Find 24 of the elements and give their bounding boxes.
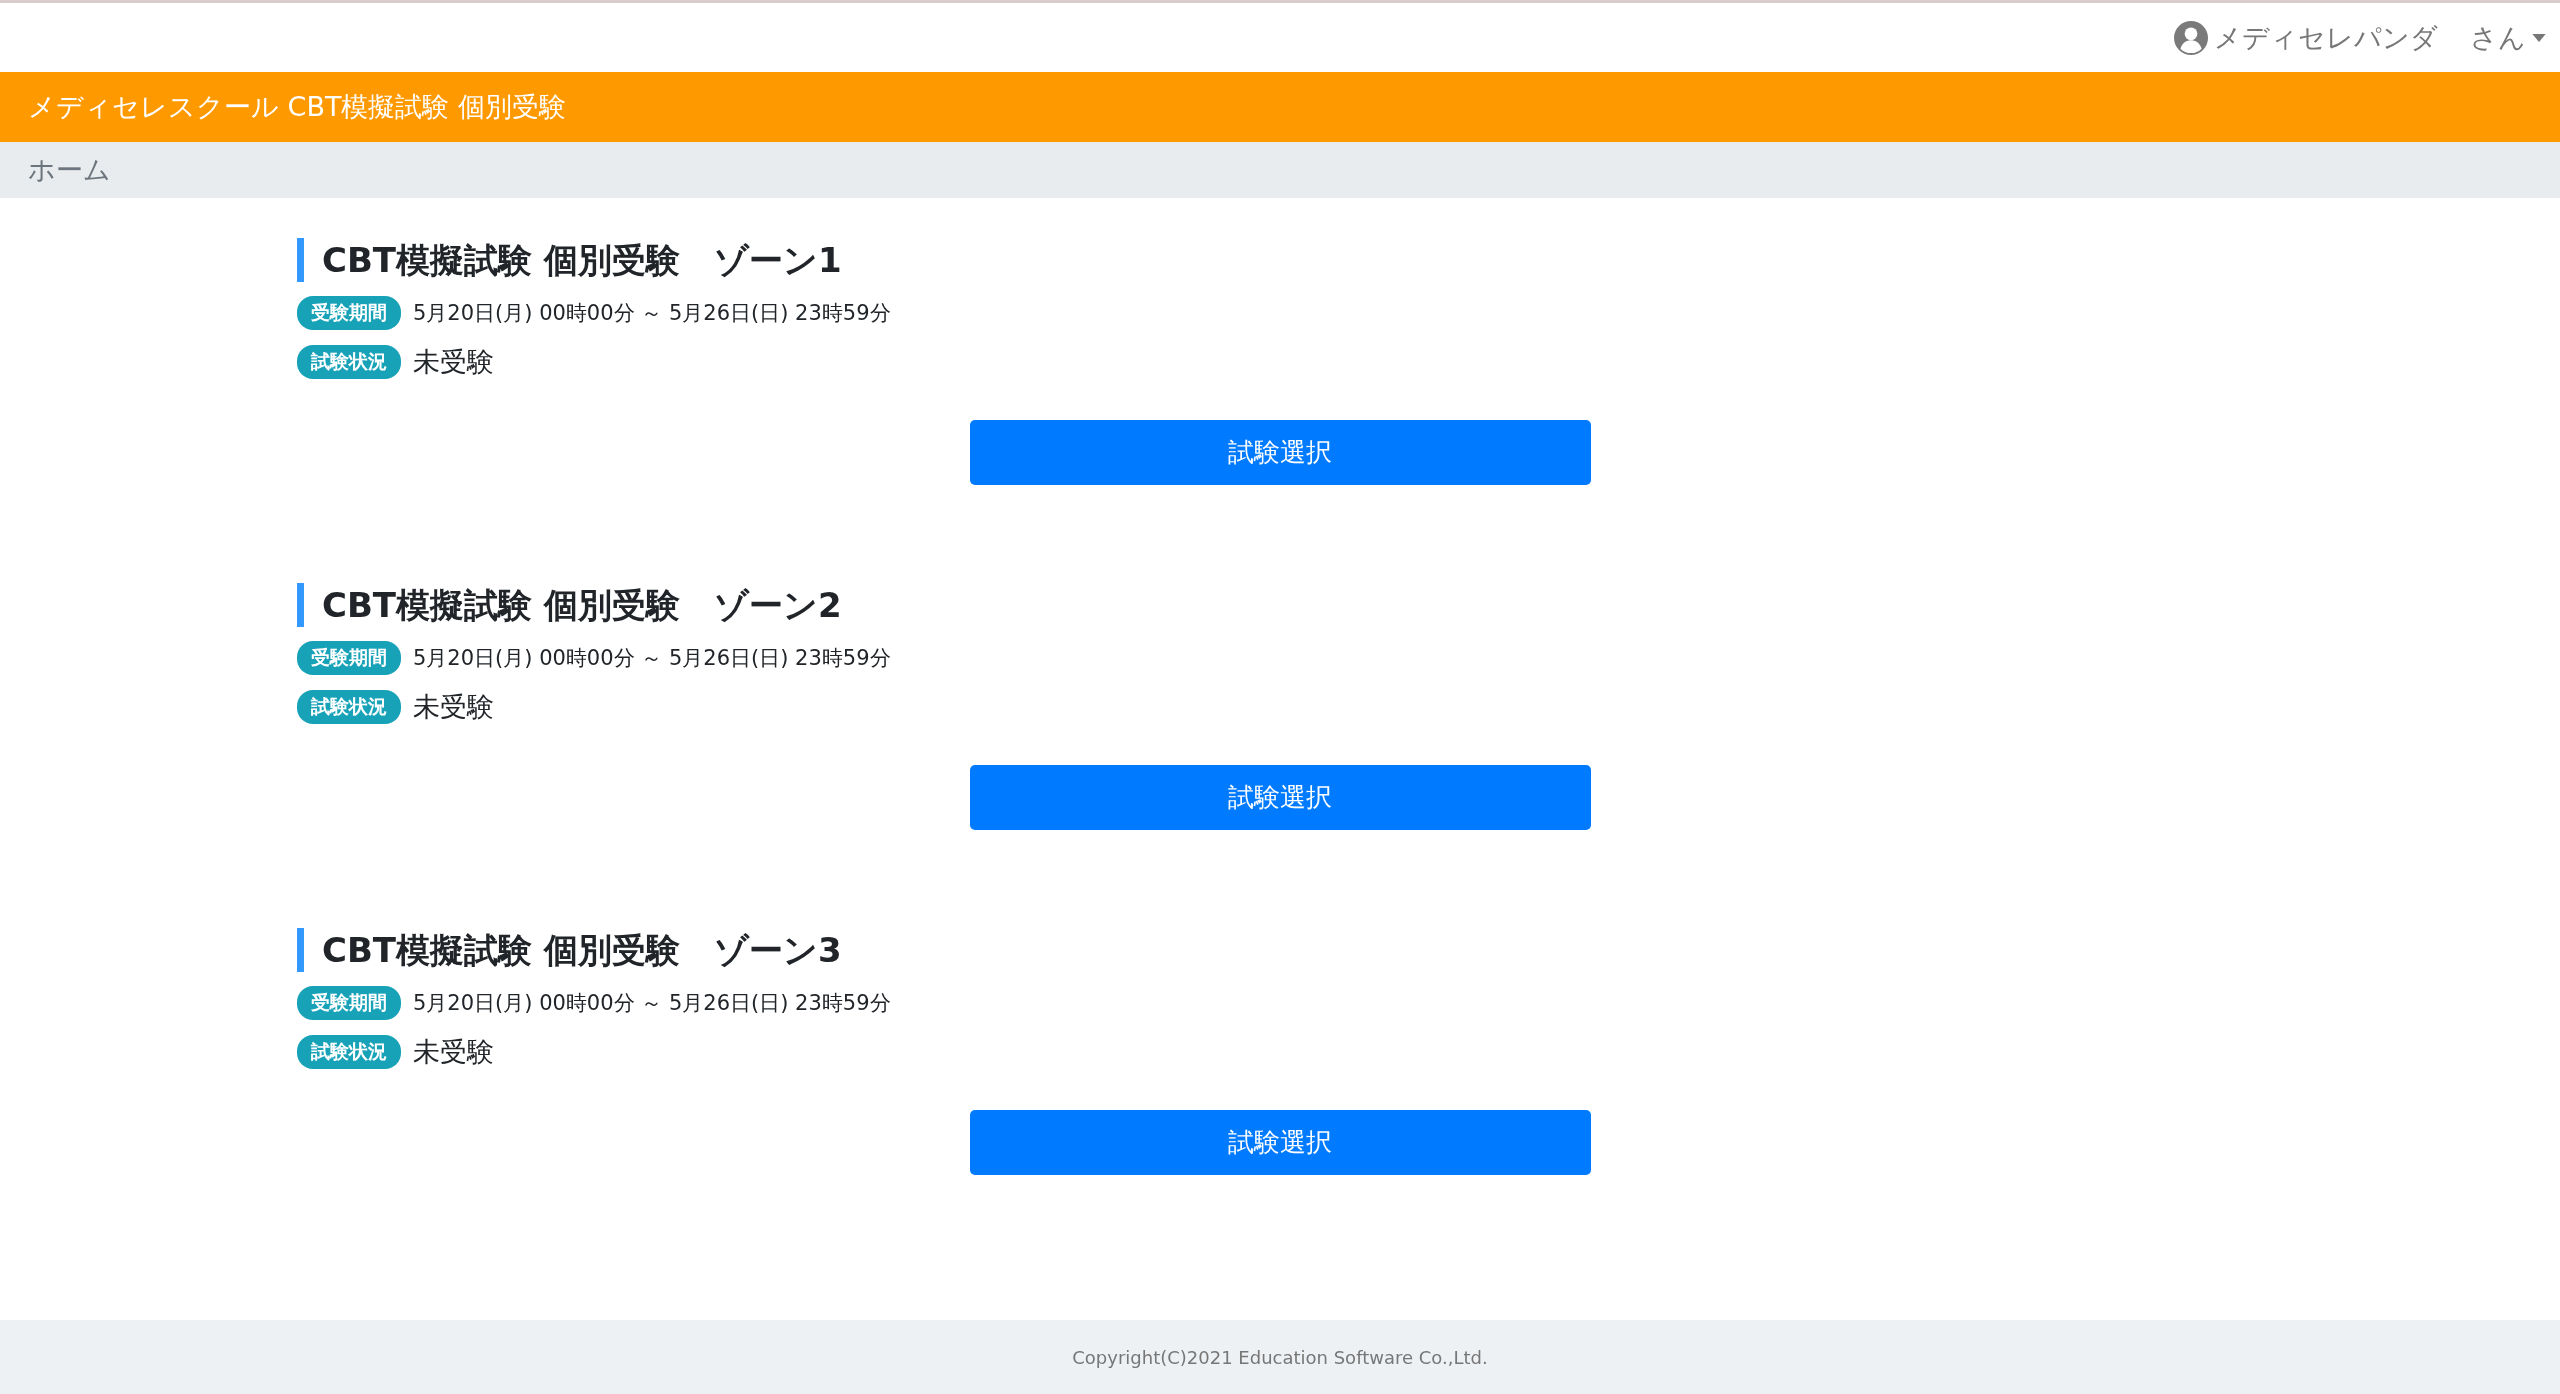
copyright-text: Copyright(C)2021 Education Software Co.,Ltd.: [1072, 1346, 1488, 1368]
exam-period: 5月20日(月) 00時00分 ～ 5月26日(日) 23時59分: [413, 990, 891, 1017]
exam-period: 5月20日(月) 00時00分 ～ 5月26日(日) 23時59分: [413, 645, 891, 672]
exam-status: 未受験: [413, 690, 494, 724]
status-badge: 試験状況: [297, 690, 401, 724]
user-avatar-icon: [2174, 20, 2208, 55]
status-badge: 試験状況: [297, 1035, 401, 1069]
period-badge: 受験期間: [297, 986, 401, 1020]
period-badge: 受験期間: [297, 296, 401, 330]
select-exam-button[interactable]: 試験選択: [969, 765, 1591, 830]
exam-title: CBT模擬試験 個別受験 ゾーン3: [297, 928, 2263, 972]
select-exam-button[interactable]: 試験選択: [969, 420, 1591, 485]
status-badge: 試験状況: [297, 345, 401, 379]
caret-icon: [2532, 33, 2546, 42]
user-menu-button[interactable]: メディセレパンダ さん: [2174, 19, 2546, 56]
select-exam-button[interactable]: 試験選択: [969, 1110, 1591, 1175]
breadcrumb-link[interactable]: ホーム: [28, 152, 111, 188]
exam-status: 未受験: [413, 345, 494, 379]
exam-status: 未受験: [413, 1035, 494, 1069]
exam-title: CBT模擬試験 個別受験 ゾーン1: [297, 238, 2263, 282]
exam-period: 5月20日(月) 00時00分 ～ 5月26日(日) 23時59分: [413, 300, 891, 327]
exam-title: CBT模擬試験 個別受験 ゾーン2: [297, 583, 2263, 627]
period-badge: 受験期間: [297, 641, 401, 675]
site-title: メディセレスクール CBT模擬試験 個別受験: [28, 90, 567, 124]
